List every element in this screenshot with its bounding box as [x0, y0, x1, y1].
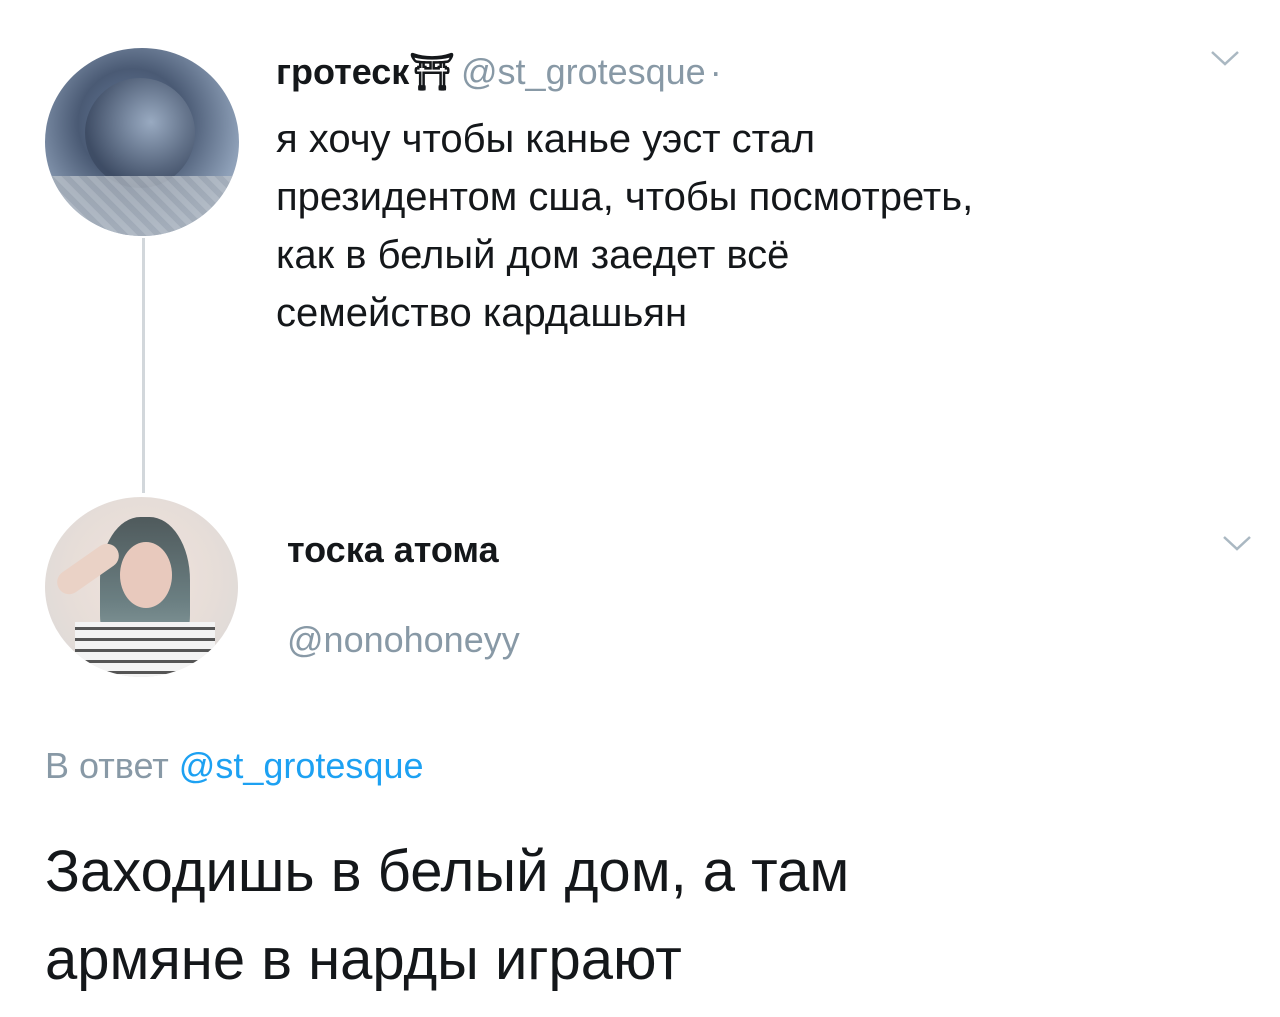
- tweet-text: я хочу чтобы канье уэст стал президентом…: [276, 110, 1256, 342]
- display-name[interactable]: тоска атома: [287, 528, 499, 572]
- tweet-header: гротеск⛩ @st_grotesque ·: [276, 50, 722, 94]
- avatar-photo-shape: [75, 622, 215, 677]
- reply-prefix: В ответ: [45, 745, 169, 786]
- reply-context: В ответ @st_grotesque: [45, 744, 423, 788]
- display-name[interactable]: гротеск⛩: [276, 51, 455, 92]
- separator-dot: ·: [709, 51, 722, 92]
- avatar-photo-shape: [85, 78, 195, 188]
- chevron-down-icon[interactable]: [1222, 535, 1252, 553]
- tweet-text-line: я хочу чтобы канье уэст стал: [276, 117, 816, 161]
- tweet-text-line: как в белый дом заедет всё: [276, 233, 790, 277]
- tweet-text-line: президентом сша, чтобы посмотреть,: [276, 175, 974, 219]
- reply-text-line: армяне в нарды играют: [45, 927, 682, 992]
- user-avatar[interactable]: [45, 48, 239, 236]
- user-handle[interactable]: @st_grotesque: [461, 51, 706, 92]
- tweet-text-line: семейство кардашьян: [276, 291, 688, 335]
- avatar-photo-shape: [45, 176, 239, 236]
- chevron-down-icon[interactable]: [1210, 50, 1240, 68]
- user-avatar[interactable]: [45, 497, 238, 677]
- avatar-photo-shape: [120, 542, 172, 608]
- thread-connector: [142, 238, 145, 493]
- reply-text: Заходишь в белый дом, а там армяне в нар…: [45, 828, 1245, 1004]
- reply-mention-link[interactable]: @st_grotesque: [179, 745, 424, 786]
- reply-text-line: Заходишь в белый дом, а там: [45, 839, 850, 904]
- user-handle[interactable]: @nonohoneyy: [287, 618, 520, 662]
